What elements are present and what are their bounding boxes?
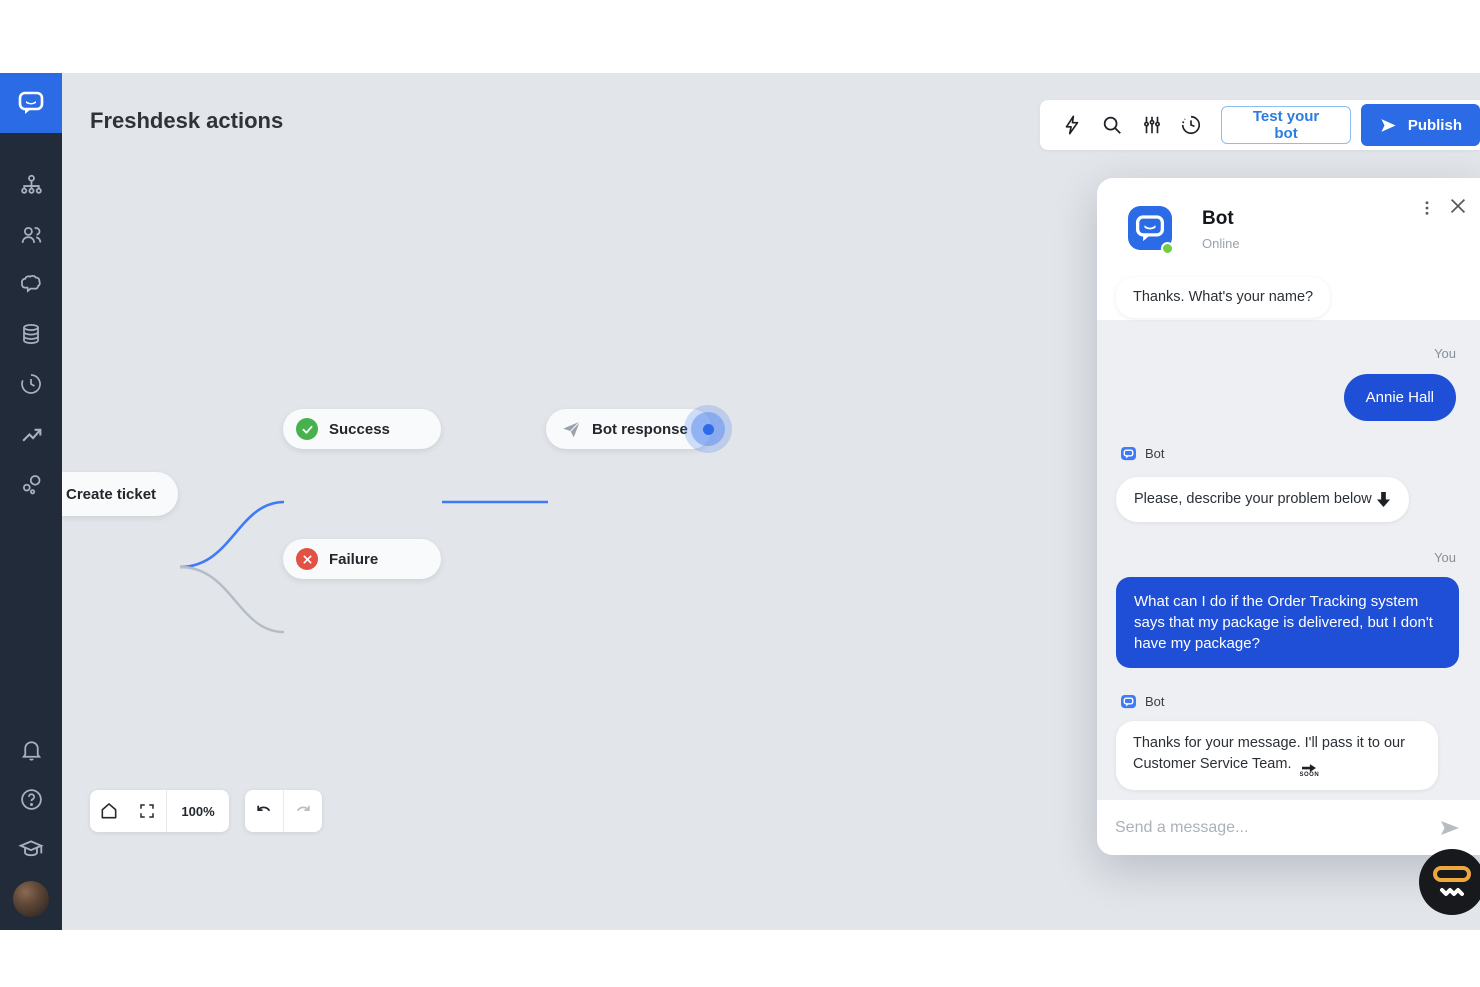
user-menu[interactable] xyxy=(0,874,62,924)
connector-handle[interactable] xyxy=(684,405,732,453)
sidebar-nav xyxy=(0,133,62,509)
kebab-icon xyxy=(1418,199,1436,217)
zoom-level[interactable]: 100% xyxy=(167,804,229,819)
sidebar-item-integrations[interactable] xyxy=(0,459,62,509)
sidebar-item-audience[interactable] xyxy=(0,209,62,259)
sender-label-you: You xyxy=(1434,550,1456,565)
brain-icon xyxy=(19,272,44,297)
bot-message-bubble: Thanks for your message. I'll pass it to… xyxy=(1116,721,1438,790)
academy-button[interactable] xyxy=(0,824,62,874)
chat-menu-button[interactable] xyxy=(1412,193,1442,223)
app-window: Freshdesk actions Test your bo xyxy=(0,0,1480,987)
message-text: Thanks for your message. I'll pass it to… xyxy=(1133,735,1405,772)
sidebar-item-analytics[interactable] xyxy=(0,409,62,459)
clock-icon xyxy=(19,372,43,396)
publish-button[interactable]: Publish xyxy=(1361,104,1480,146)
bubbles-icon xyxy=(19,472,44,497)
version-history-button[interactable] xyxy=(1171,105,1211,145)
redo-button[interactable] xyxy=(284,790,322,832)
question-icon xyxy=(19,787,44,812)
sidebar-item-history[interactable] xyxy=(0,359,62,409)
sidebar-item-data[interactable] xyxy=(0,309,62,359)
connector-handle-ring xyxy=(691,412,725,446)
fuely-face-icon xyxy=(1430,862,1474,902)
database-icon xyxy=(19,322,43,346)
chat-input-bar xyxy=(1097,800,1480,855)
sender-label-bot: Bot xyxy=(1121,694,1165,709)
success-check-icon xyxy=(296,418,318,440)
undo-redo-controls xyxy=(245,790,322,832)
search-icon xyxy=(1101,114,1123,136)
node-label: Create ticket xyxy=(66,486,156,503)
node-label: Success xyxy=(329,421,390,438)
top-toolbar: Test your bot Publish xyxy=(1040,100,1480,150)
node-label: Bot response xyxy=(592,421,688,438)
sliders-icon xyxy=(1141,114,1163,136)
undo-button[interactable] xyxy=(245,790,283,832)
chat-test-panel: Bot Online Thanks. What's your name? You… xyxy=(1097,178,1480,855)
test-your-bot-button[interactable]: Test your bot xyxy=(1221,106,1351,144)
user-message-bubble: What can I do if the Order Tracking syst… xyxy=(1116,577,1459,668)
help-button[interactable] xyxy=(0,774,62,824)
node-success[interactable]: Success xyxy=(283,409,441,449)
graduation-cap-icon xyxy=(18,836,44,862)
down-arrow-emoji xyxy=(1376,491,1391,508)
paper-plane-icon xyxy=(561,419,582,440)
expand-icon xyxy=(138,802,156,820)
home-view-button[interactable] xyxy=(90,790,128,832)
chat-header: Bot Online xyxy=(1097,178,1480,278)
zoom-controls: 100% xyxy=(90,790,229,832)
sidebar-bottom xyxy=(0,724,62,924)
chat-widget-launcher[interactable] xyxy=(1419,849,1480,915)
page-title: Freshdesk actions xyxy=(90,108,283,134)
soon-arrow-emoji: SOON xyxy=(1300,764,1320,778)
sidebar-item-flows[interactable] xyxy=(0,159,62,209)
bot-message-bubble: Please, describe your problem below xyxy=(1116,477,1409,522)
node-label: Failure xyxy=(329,551,378,568)
quick-actions-button[interactable] xyxy=(1052,105,1092,145)
sidebar-item-ai[interactable] xyxy=(0,259,62,309)
chat-bot-status: Online xyxy=(1202,236,1240,251)
message-text: Please, describe your problem below xyxy=(1134,489,1372,510)
lightning-icon xyxy=(1061,114,1083,136)
message-input[interactable] xyxy=(1115,819,1438,837)
redo-icon xyxy=(293,801,313,821)
undo-icon xyxy=(254,801,274,821)
sender-label-bot: Bot xyxy=(1121,446,1165,461)
search-button[interactable] xyxy=(1092,105,1132,145)
node-failure[interactable]: Failure xyxy=(283,539,441,579)
close-icon xyxy=(1447,195,1469,217)
mini-bot-icon xyxy=(1121,694,1136,709)
send-icon xyxy=(1438,816,1462,840)
publish-label: Publish xyxy=(1408,117,1462,134)
people-icon xyxy=(19,222,44,247)
failure-x-icon xyxy=(296,548,318,570)
bell-icon xyxy=(19,737,44,762)
bot-message-bubble: Thanks. What's your name? xyxy=(1116,277,1330,318)
trend-icon xyxy=(19,422,44,447)
chatfuel-logo-icon xyxy=(15,87,47,119)
online-status-dot xyxy=(1161,242,1174,255)
fit-screen-button[interactable] xyxy=(128,790,166,832)
sender-label-text: Bot xyxy=(1145,446,1165,461)
flows-icon xyxy=(19,172,44,197)
mini-bot-icon xyxy=(1121,446,1136,461)
settings-sliders-button[interactable] xyxy=(1132,105,1172,145)
notifications-bell[interactable] xyxy=(0,724,62,774)
chat-close-button[interactable] xyxy=(1443,191,1473,221)
sidebar xyxy=(0,73,62,930)
chat-bot-title: Bot xyxy=(1202,208,1234,230)
home-icon xyxy=(99,801,119,821)
user-message-bubble: Annie Hall xyxy=(1344,374,1456,421)
chatfuel-logo[interactable] xyxy=(0,73,62,133)
avatar xyxy=(13,881,49,917)
send-message-button[interactable] xyxy=(1438,816,1462,840)
send-icon xyxy=(1379,116,1398,135)
soon-text: SOON xyxy=(1300,772,1320,778)
sender-label-you: You xyxy=(1434,346,1456,361)
history-clock-icon xyxy=(1180,114,1202,136)
connector-handle-dot xyxy=(703,424,714,435)
node-create-ticket[interactable]: Create ticket xyxy=(62,472,178,516)
sender-label-text: Bot xyxy=(1145,694,1165,709)
